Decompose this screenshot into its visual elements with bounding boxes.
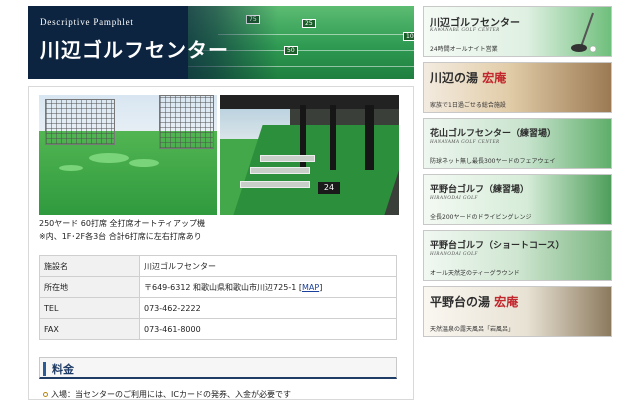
pricing-note: 入場：当センターのご利用には、ICカードの発券、入金が必要です	[43, 389, 291, 400]
facility-photos: 24	[39, 95, 399, 215]
distance-sign: 100	[403, 32, 414, 41]
sidebar-link-hiranodai-short-course[interactable]: 平野台ゴルフ（ショートコース） HIRANODAI GOLF オール天然芝のティ…	[423, 230, 612, 281]
card-subtitle: HIRANODAI GOLF	[430, 252, 478, 257]
sidebar-link-hiranodai-golf-range[interactable]: 平野台ゴルフ（練習場） HIRANODAI GOLF 全長200ヤードのドライビ…	[423, 174, 612, 225]
sidebar-link-hanayama-golf-center[interactable]: 花山ゴルフセンター（練習場） HANAYAMA GOLF CENTER 防球ネッ…	[423, 118, 612, 169]
table-row: 所在地 〒649-6312 和歌山県和歌山市川辺725-1 [MAP]	[39, 276, 397, 298]
card-title-main: 平野台の湯	[430, 295, 491, 309]
facility-info-table: 施設名 川辺ゴルフセンター 所在地 〒649-6312 和歌山県和歌山市川辺72…	[39, 255, 397, 340]
card-subtitle: HIRANODAI GOLF	[430, 196, 478, 201]
caption-line-1: 250ヤード 60打席 全打席オートティアップ機	[39, 219, 206, 228]
card-description: オール天然芝のティーグラウンド	[430, 270, 520, 277]
map-link[interactable]: MAP	[302, 283, 319, 292]
card-description: 全長200ヤードのドライビングレンジ	[430, 214, 532, 221]
card-description: 家族で1日過ごせる総合施設	[430, 102, 506, 109]
header-banner: 75 100 50 25 Descriptive Pamphlet 川辺ゴルフセ…	[28, 6, 414, 79]
sidebar-link-hiranodai-no-yu[interactable]: 平野台の湯 宏庵 天然温泉の露天風呂「岩風呂」	[423, 286, 612, 337]
hitting-bays-photo: 24	[220, 95, 399, 215]
tee-number-sign: 24	[318, 182, 340, 194]
facility-caption: 250ヤード 60打席 全打席オートティアップ機 ※内、1F･2F各3台 合計6…	[39, 217, 205, 243]
card-title-main: 川辺の湯	[430, 71, 479, 85]
table-label: 施設名	[39, 255, 140, 277]
table-row: TEL 073-462-2222	[39, 297, 397, 319]
card-title-accent: 宏庵	[482, 71, 507, 85]
card-title: 川辺ゴルフセンター	[430, 18, 520, 29]
card-title: 川辺の湯 宏庵	[430, 69, 506, 86]
table-value: 川辺ゴルフセンター	[139, 255, 397, 277]
sidebar-link-kawanabe-golf-center[interactable]: 川辺ゴルフセンター KAWANABE GOLF CENTER 24時間オールナイ…	[423, 6, 612, 57]
card-description: 24時間オールナイト営業	[430, 46, 498, 53]
pricing-section-header: 料金	[39, 357, 397, 379]
golf-club-icon	[571, 12, 597, 53]
card-title: 平野台ゴルフ（練習場）	[430, 185, 530, 195]
card-title: 平野台ゴルフ（ショートコース）	[430, 241, 565, 251]
sidebar-link-kawanabe-no-yu[interactable]: 川辺の湯 宏庵 家族で1日過ごせる総合施設	[423, 62, 612, 113]
card-subtitle: HANAYAMA GOLF CENTER	[430, 140, 500, 145]
card-title: 平野台の湯 宏庵	[430, 293, 518, 310]
pricing-note-text: 入場：当センターのご利用には、ICカードの発券、入金が必要です	[51, 390, 291, 399]
bullet-icon	[43, 392, 48, 397]
card-title: 花山ゴルフセンター（練習場）	[430, 129, 557, 139]
card-description: 天然温泉の露天風呂「岩風呂」	[430, 326, 515, 333]
card-title-accent: 宏庵	[494, 295, 519, 309]
table-label: FAX	[39, 318, 140, 340]
table-value: 073-461-8000	[139, 318, 397, 340]
distance-sign: 50	[284, 46, 298, 55]
banner-eyebrow: Descriptive Pamphlet	[40, 17, 134, 27]
section-title: 料金	[52, 363, 74, 376]
sidebar-banners: 川辺ゴルフセンター KAWANABE GOLF CENTER 24時間オールナイ…	[423, 6, 612, 400]
table-value: 073-462-2222	[139, 297, 397, 319]
page-title: 川辺ゴルフセンター	[40, 38, 229, 62]
table-row: 施設名 川辺ゴルフセンター	[39, 255, 397, 277]
address-text: 〒649-6312 和歌山県和歌山市川辺725-1	[144, 282, 297, 292]
card-subtitle: KAWANABE GOLF CENTER	[430, 28, 500, 33]
table-row: FAX 073-461-8000	[39, 318, 397, 340]
table-label: 所在地	[39, 276, 140, 298]
caption-line-2: ※内、1F･2F各3台 合計6打席に左右打席あり	[39, 232, 202, 241]
distance-sign: 25	[302, 19, 316, 28]
main-content: 24 250ヤード 60打席 全打席オートティアップ機 ※内、1F･2F各3台 …	[28, 86, 414, 400]
range-outdoor-photo	[39, 95, 217, 215]
address-cell: 〒649-6312 和歌山県和歌山市川辺725-1 [MAP]	[139, 276, 397, 298]
card-description: 防球ネット無し最長300ヤードのフェアウェイ	[430, 158, 556, 165]
table-label: TEL	[39, 297, 140, 319]
